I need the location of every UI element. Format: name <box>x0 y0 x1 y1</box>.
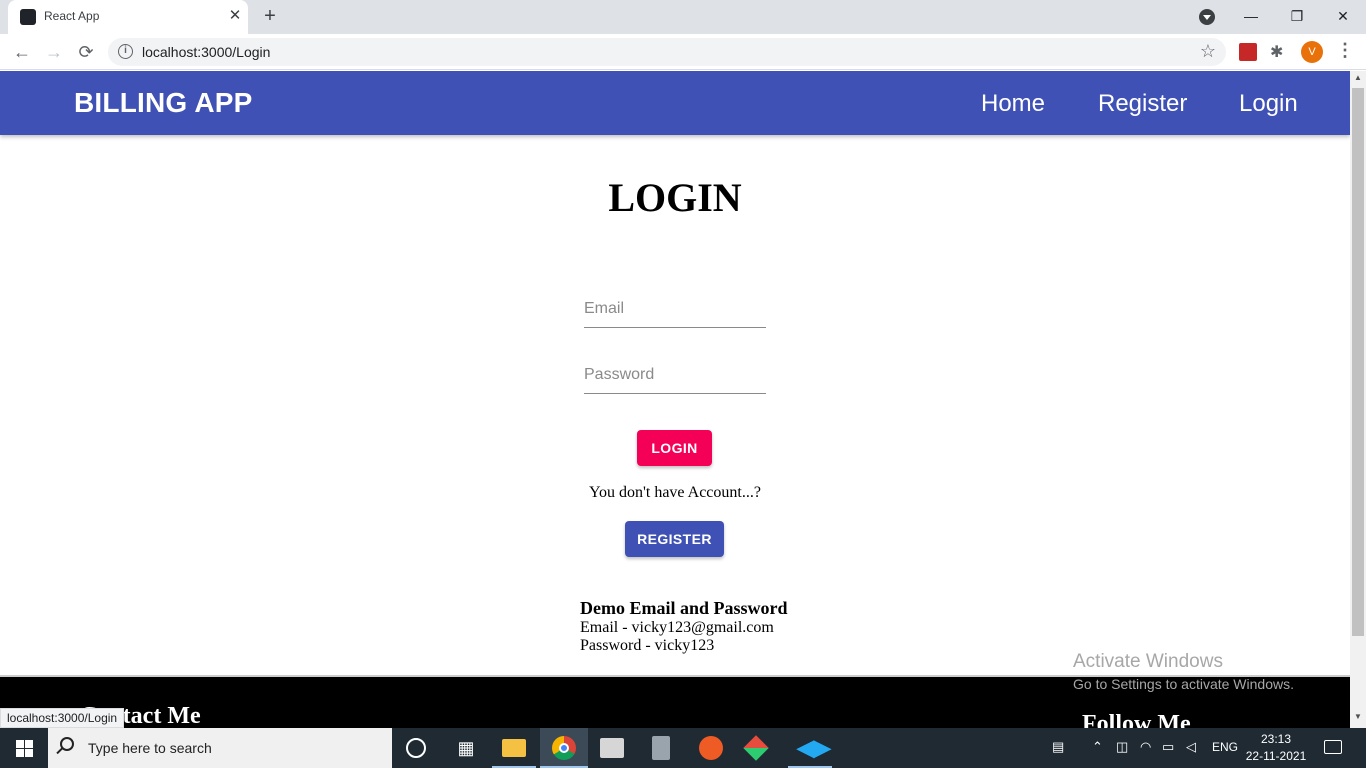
page-title: LOGIN <box>608 175 742 220</box>
back-arrow-icon[interactable]: ← <box>10 40 34 64</box>
wifi-icon[interactable]: ◠ <box>1140 739 1151 755</box>
language-indicator[interactable]: ENG <box>1212 740 1238 754</box>
brand-title[interactable]: BILLING APP <box>74 87 253 119</box>
postman-icon[interactable] <box>699 736 723 760</box>
taskbar-search-box[interactable]: Type here to search <box>48 728 392 768</box>
address-url[interactable]: localhost:3000/Login <box>142 44 270 60</box>
close-window-button[interactable]: ✕ <box>1320 0 1366 32</box>
watermark-line-1: Activate Windows <box>1073 651 1223 672</box>
battery-icon[interactable]: ▭ <box>1162 739 1174 755</box>
scroll-up-arrow-icon[interactable]: ▲ <box>1350 73 1366 85</box>
scroll-down-arrow-icon[interactable]: ▼ <box>1350 712 1366 724</box>
new-tab-button[interactable]: + <box>258 4 282 28</box>
restore-button[interactable]: ❐ <box>1274 0 1320 32</box>
address-bar[interactable]: i localhost:3000/Login ☆ <box>108 38 1226 66</box>
nav-login-link[interactable]: Login <box>1239 90 1298 118</box>
chevron-up-icon[interactable]: ⌃ <box>1092 739 1103 755</box>
tab-close-icon[interactable]: ✕ <box>226 6 244 26</box>
browser-toolbar: ← → ⟳ i localhost:3000/Login ☆ <box>0 34 1366 70</box>
file-explorer-icon[interactable] <box>502 739 526 757</box>
nav-home-link[interactable]: Home <box>981 90 1045 118</box>
react-favicon-icon <box>20 9 36 25</box>
follow-heading: Follow Me <box>1082 711 1191 728</box>
scroll-thumb[interactable] <box>1352 88 1364 636</box>
login-button[interactable]: LOGIN <box>637 430 712 466</box>
clock-time: 23:13 <box>1260 732 1292 746</box>
profile-avatar[interactable]: V <box>1301 41 1323 63</box>
email-field[interactable] <box>584 292 766 328</box>
app-navbar: BILLING APP Home Register Login <box>0 71 1350 135</box>
taskbar-clock[interactable]: 23:13 22-11-2021 <box>1244 731 1308 765</box>
minimize-button[interactable]: — <box>1228 0 1274 32</box>
taskbar-search-placeholder: Type here to search <box>88 740 212 756</box>
notification-icon[interactable] <box>1324 740 1342 754</box>
reload-icon[interactable]: ⟳ <box>74 40 98 64</box>
page-scrollbar[interactable]: ▲ ▼ <box>1350 71 1366 728</box>
pdf-extension-icon[interactable] <box>1239 43 1257 61</box>
volume-icon[interactable]: ◁ <box>1186 739 1196 755</box>
bookmark-star-icon[interactable]: ☆ <box>1200 41 1216 62</box>
forward-arrow-icon[interactable]: → <box>42 40 66 64</box>
tab-search-icon[interactable] <box>1199 9 1215 25</box>
news-widget-icon[interactable]: ▤ <box>1052 739 1064 755</box>
store-icon[interactable] <box>600 738 624 758</box>
site-info-icon[interactable]: i <box>118 44 133 59</box>
activate-windows-watermark: Activate Windows Go to Settings to activ… <box>1073 651 1294 692</box>
password-input[interactable] <box>584 358 766 392</box>
vscode-icon[interactable]: ◀▶ <box>797 736 831 760</box>
no-account-text: You don't have Account...? <box>589 484 761 501</box>
demo-credentials-title: Demo Email and Password <box>580 598 788 618</box>
cortana-icon[interactable] <box>406 738 426 758</box>
search-icon <box>60 737 74 751</box>
chrome-icon[interactable] <box>552 736 576 760</box>
tab-title: React App <box>44 9 100 23</box>
password-field[interactable] <box>584 358 766 394</box>
windows-taskbar: Type here to search ▦ ◀▶ ▤ ⌃ ◫ ◠ ▭ ◁ ENG… <box>0 728 1366 768</box>
email-input[interactable] <box>584 292 766 326</box>
browser-tab-strip: React App ✕ + — ❐ ✕ <box>0 0 1366 34</box>
nav-register-link[interactable]: Register <box>1098 90 1187 118</box>
calculator-icon[interactable] <box>652 736 670 760</box>
register-button[interactable]: REGISTER <box>625 521 724 557</box>
page-viewport: BILLING APP Home Register Login LOGIN LO… <box>0 71 1350 728</box>
status-url-tooltip: localhost:3000/Login <box>0 708 125 728</box>
windows-start-icon[interactable] <box>0 728 48 768</box>
watermark-line-2: Go to Settings to activate Windows. <box>1073 676 1294 692</box>
browser-menu-icon[interactable]: ⋮ <box>1336 40 1354 61</box>
demo-email-text: Email - vicky123@gmail.com <box>580 619 774 636</box>
clock-date: 22-11-2021 <box>1245 749 1307 763</box>
git-client-icon[interactable] <box>743 735 769 761</box>
meet-now-icon[interactable]: ◫ <box>1116 739 1128 755</box>
extensions-puzzle-icon[interactable]: ✱ <box>1270 42 1283 62</box>
demo-password-text: Password - vicky123 <box>580 637 715 654</box>
task-view-icon[interactable]: ▦ <box>454 736 478 760</box>
browser-tab[interactable]: React App ✕ <box>8 0 248 34</box>
